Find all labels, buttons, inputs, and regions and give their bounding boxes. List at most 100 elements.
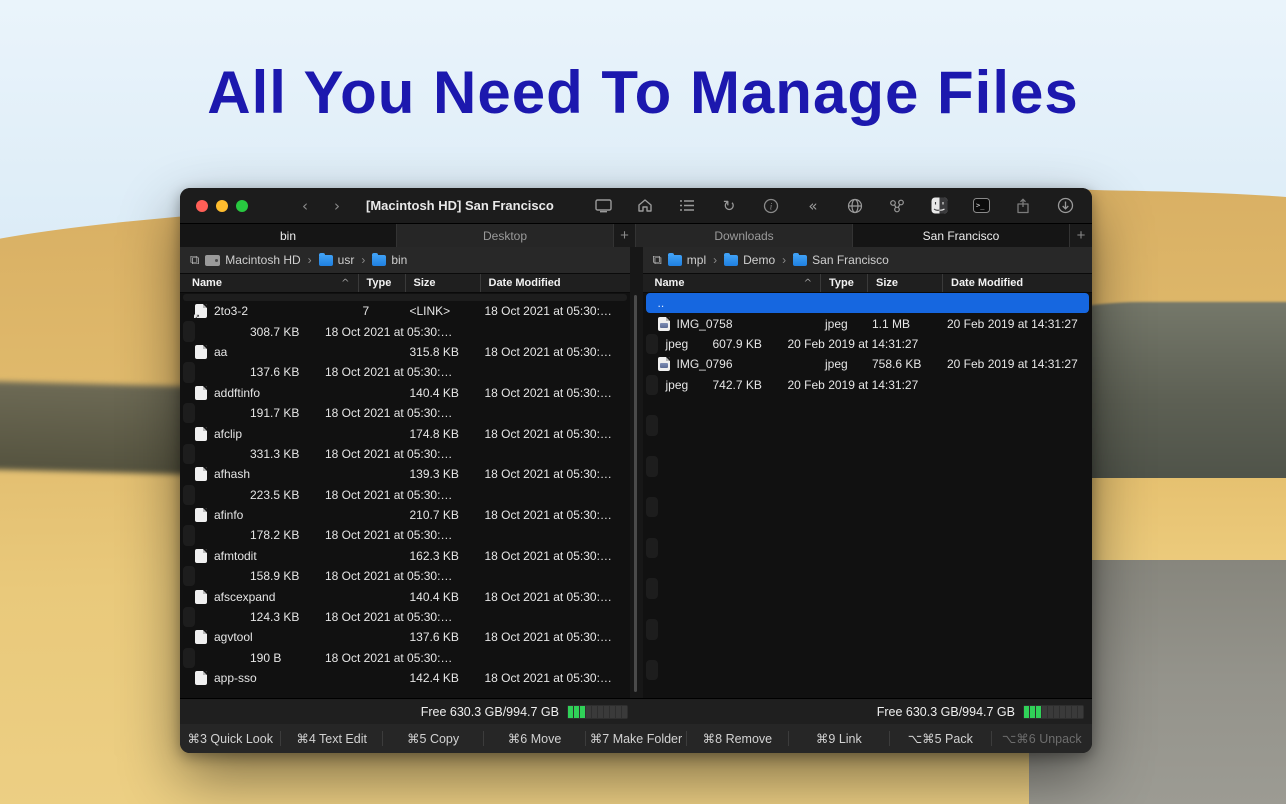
finder-icon[interactable] [930,197,948,215]
selected-row[interactable]: .. [646,293,1090,313]
table-row[interactable]: agvtool137.6 KB18 Oct 2021 at 05:30:… [183,627,627,647]
free-space-left: Free 630.3 GB/994.7 GB [180,699,636,724]
tab-desktop[interactable]: Desktop [397,224,614,247]
folder-icon [372,255,386,266]
table-row[interactable]: afida223.5 KB18 Oct 2021 at 05:30:… [183,485,195,505]
column-date[interactable]: Date Modified [480,274,630,292]
breadcrumb-segment: Demo [724,253,775,267]
document-file-icon [195,590,207,604]
fn--5-copy[interactable]: ⌘5 Copy [383,731,484,746]
table-row[interactable]: addftinfo140.4 KB18 Oct 2021 at 05:30:… [183,383,627,403]
table-row[interactable]: IMG_0762jpeg607.9 KB20 Feb 2019 at 14:31… [646,334,658,354]
fn--9-link[interactable]: ⌘9 Link [789,731,890,746]
column-date[interactable]: Date Modified [942,274,1092,292]
cell-date: 20 Feb 2019 at 14:31:27 [939,317,1089,331]
collapse-panel-icon[interactable]: « [804,197,822,215]
sidebar-toggle-icon[interactable]: ⧉ [190,253,199,268]
table-row[interactable]: afktool178.2 KB18 Oct 2021 at 05:30:… [183,525,195,545]
table-row[interactable]: alias190 B18 Oct 2021 at 05:30:… [183,648,195,668]
document-file-icon [195,508,207,522]
empty-row[interactable] [646,558,1090,578]
cell-date: 18 Oct 2021 at 05:30:… [477,345,627,359]
cell-name: alias [183,651,195,665]
cell-date: 18 Oct 2021 at 05:30:… [317,447,467,461]
fn--3-quick-look[interactable]: ⌘3 Quick Look [180,731,281,746]
table-row[interactable]: afconvert331.3 KB18 Oct 2021 at 05:30:… [183,444,195,464]
empty-row[interactable] [646,395,1090,415]
table-row[interactable]: afscexpand140.4 KB18 Oct 2021 at 05:30:… [183,586,627,606]
back-button[interactable]: ‹ [302,197,308,215]
tab-bin[interactable]: bin [180,224,397,247]
table-row[interactable]: app-sso142.4 KB18 Oct 2021 at 05:30:… [183,668,627,688]
cell-name: actool [183,365,195,379]
download-icon[interactable] [1056,197,1074,215]
table-row[interactable]: IMG_0758jpeg1.1 MB20 Feb 2019 at 14:31:2… [646,313,1090,333]
fn--6-move[interactable]: ⌘6 Move [484,731,585,746]
add-tab-button-right[interactable]: + [1070,224,1092,247]
empty-row[interactable] [646,538,658,558]
globe-icon[interactable] [846,197,864,215]
scrollbar[interactable] [634,295,637,692]
sidebar-toggle-icon[interactable]: ⧉ [653,253,662,268]
fn--6-unpack[interactable]: ⌥⌘6 Unpack [992,731,1092,746]
display-icon[interactable] [594,197,612,215]
info-icon[interactable]: i [762,197,780,215]
column-type[interactable]: Type [358,274,405,292]
table-row[interactable]: afclip174.8 KB18 Oct 2021 at 05:30:… [183,423,627,443]
breadcrumb[interactable]: ⧉ mpl › Demo › San Francisco [643,247,1093,273]
column-type[interactable]: Type [820,274,867,292]
column-size[interactable]: Size [867,274,942,292]
empty-row[interactable] [646,660,658,680]
pane-divider [630,247,643,698]
table-row[interactable]: afmtodit162.3 KB18 Oct 2021 at 05:30:… [183,546,627,566]
empty-row[interactable] [646,517,1090,537]
empty-row[interactable] [646,640,1090,660]
cell-date: 18 Oct 2021 at 05:30:… [477,508,627,522]
traffic-lights [180,200,262,212]
table-row[interactable]: actool137.6 KB18 Oct 2021 at 05:30:… [183,362,195,382]
empty-row[interactable] [646,578,658,598]
table-row[interactable]: IMG_0801jpeg742.7 KB20 Feb 2019 at 14:31… [646,375,658,395]
home-icon[interactable] [636,197,654,215]
table-row[interactable]: aa315.8 KB18 Oct 2021 at 05:30:… [183,342,627,362]
close-button[interactable] [196,200,208,212]
tab-downloads[interactable]: Downloads [636,224,853,247]
table-row[interactable]: afinfo210.7 KB18 Oct 2021 at 05:30:… [183,505,627,525]
cell-name: a2p [183,325,195,339]
empty-row[interactable] [646,436,1090,456]
add-tab-button-left[interactable]: + [614,224,636,247]
fn--5-pack[interactable]: ⌥⌘5 Pack [890,731,991,746]
empty-row[interactable] [646,599,1090,619]
breadcrumb[interactable]: ⧉ Macintosh HD › usr › bin [180,247,630,273]
empty-row[interactable] [646,456,658,476]
cell-size: 158.9 KB [242,569,317,583]
tab-san-francisco[interactable]: San Francisco [853,224,1070,247]
table-row[interactable]: afplay158.9 KB18 Oct 2021 at 05:30:… [183,566,195,586]
empty-row[interactable] [646,415,658,435]
list-icon[interactable] [678,197,696,215]
table-row[interactable]: aea191.7 KB18 Oct 2021 at 05:30:… [183,403,195,423]
folder-icon [724,255,738,266]
cell-name: IMG_0801 [646,378,658,392]
table-row[interactable]: a2p308.7 KB18 Oct 2021 at 05:30:… [183,321,195,341]
column-name[interactable]: Name^ [643,277,821,289]
terminal-icon[interactable]: >_ [972,197,990,215]
fn--4-text-edit[interactable]: ⌘4 Text Edit [281,731,382,746]
fn--7-make-folder[interactable]: ⌘7 Make Folder [586,731,687,746]
fn--8-remove[interactable]: ⌘8 Remove [687,731,788,746]
zoom-button[interactable] [236,200,248,212]
table-row[interactable]: 2to3-27<LINK>18 Oct 2021 at 05:30:… [183,301,627,321]
share-icon[interactable] [1014,197,1032,215]
empty-row[interactable] [646,477,1090,497]
column-size[interactable]: Size [405,274,480,292]
minimize-button[interactable] [216,200,228,212]
table-row[interactable]: agentxtrap124.3 KB18 Oct 2021 at 05:30:… [183,607,195,627]
empty-row[interactable] [646,619,658,639]
table-row[interactable]: afhash139.3 KB18 Oct 2021 at 05:30:… [183,464,627,484]
table-row[interactable]: IMG_0796jpeg758.6 KB20 Feb 2019 at 14:31… [646,354,1090,374]
network-icon[interactable] [888,197,906,215]
empty-row[interactable] [646,497,658,517]
forward-button[interactable]: › [334,197,340,215]
column-name[interactable]: Name^ [180,277,358,289]
refresh-icon[interactable]: ↻ [720,197,738,215]
